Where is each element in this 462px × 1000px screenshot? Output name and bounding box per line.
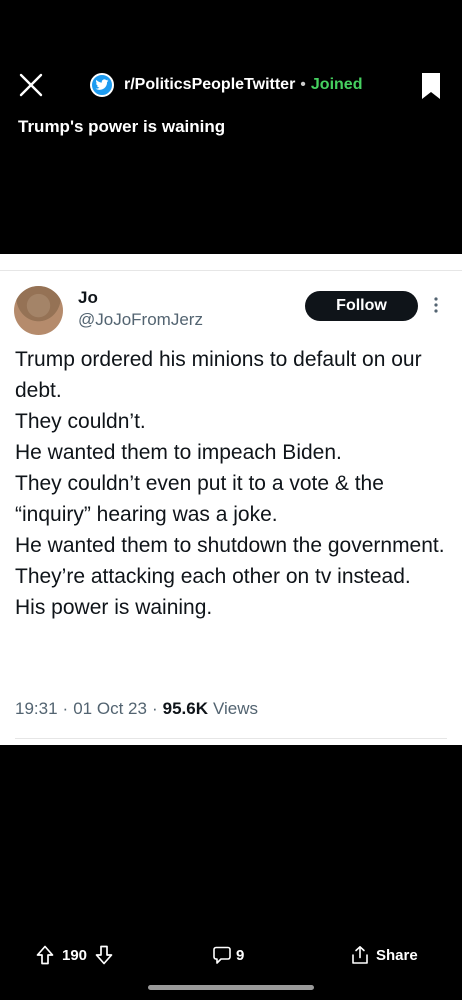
close-button[interactable]: [17, 71, 45, 99]
more-options-button[interactable]: [429, 294, 443, 316]
views-label: Views: [212, 699, 259, 718]
vote-controls: 190: [36, 944, 113, 966]
upvote-button[interactable]: [36, 945, 54, 965]
action-bar: 190 9 Share: [0, 940, 462, 970]
avatar-hair: [14, 286, 63, 328]
joined-label[interactable]: Joined: [311, 76, 363, 94]
tweet-time: 19:31: [15, 699, 58, 718]
bookmark-icon: [422, 73, 440, 99]
meta-dot: ·: [151, 699, 158, 718]
downvote-button[interactable]: [95, 945, 113, 965]
more-vertical-icon: [434, 297, 438, 313]
vote-count: 190: [62, 946, 88, 964]
tweet-image[interactable]: Jo @JoJoFromJerz Follow Trump ordered hi…: [0, 254, 462, 745]
tweet-date: 01 Oct 23: [73, 699, 147, 718]
home-indicator[interactable]: [148, 985, 314, 990]
share-label: Share: [376, 946, 418, 964]
separator-dot: •: [300, 76, 306, 93]
follow-button[interactable]: Follow: [305, 291, 418, 321]
subreddit-header[interactable]: r/PoliticsPeopleTwitter • Joined: [90, 72, 362, 98]
downvote-icon: [95, 945, 113, 965]
upvote-icon: [36, 945, 54, 965]
close-icon: [19, 73, 43, 97]
divider: [0, 270, 462, 271]
comment-icon: [213, 946, 231, 964]
avatar: [14, 286, 63, 335]
views-count: 95.6K: [162, 699, 208, 718]
bookmark-button[interactable]: [420, 72, 442, 100]
divider: [15, 738, 447, 739]
meta-dot: ·: [62, 699, 69, 718]
share-icon: [352, 946, 368, 964]
top-bar: r/PoliticsPeopleTwitter • Joined: [0, 60, 462, 110]
twitter-bird-icon: [95, 79, 109, 90]
subreddit-name[interactable]: r/PoliticsPeopleTwitter: [124, 76, 295, 94]
tweet-body: Trump ordered his minions to default on …: [15, 348, 445, 619]
subreddit-avatar[interactable]: [90, 73, 114, 97]
tweet-author-handle: @JoJoFromJerz: [78, 310, 203, 329]
comment-count: 9: [236, 946, 245, 964]
tweet-author-name: Jo: [78, 288, 98, 307]
post-title: Trump's power is waining: [18, 117, 226, 136]
comments-button[interactable]: 9: [212, 944, 244, 966]
share-button[interactable]: Share: [350, 944, 418, 966]
tweet-metadata: 19:31 · 01 Oct 23 · 95.6K Views: [15, 699, 258, 719]
